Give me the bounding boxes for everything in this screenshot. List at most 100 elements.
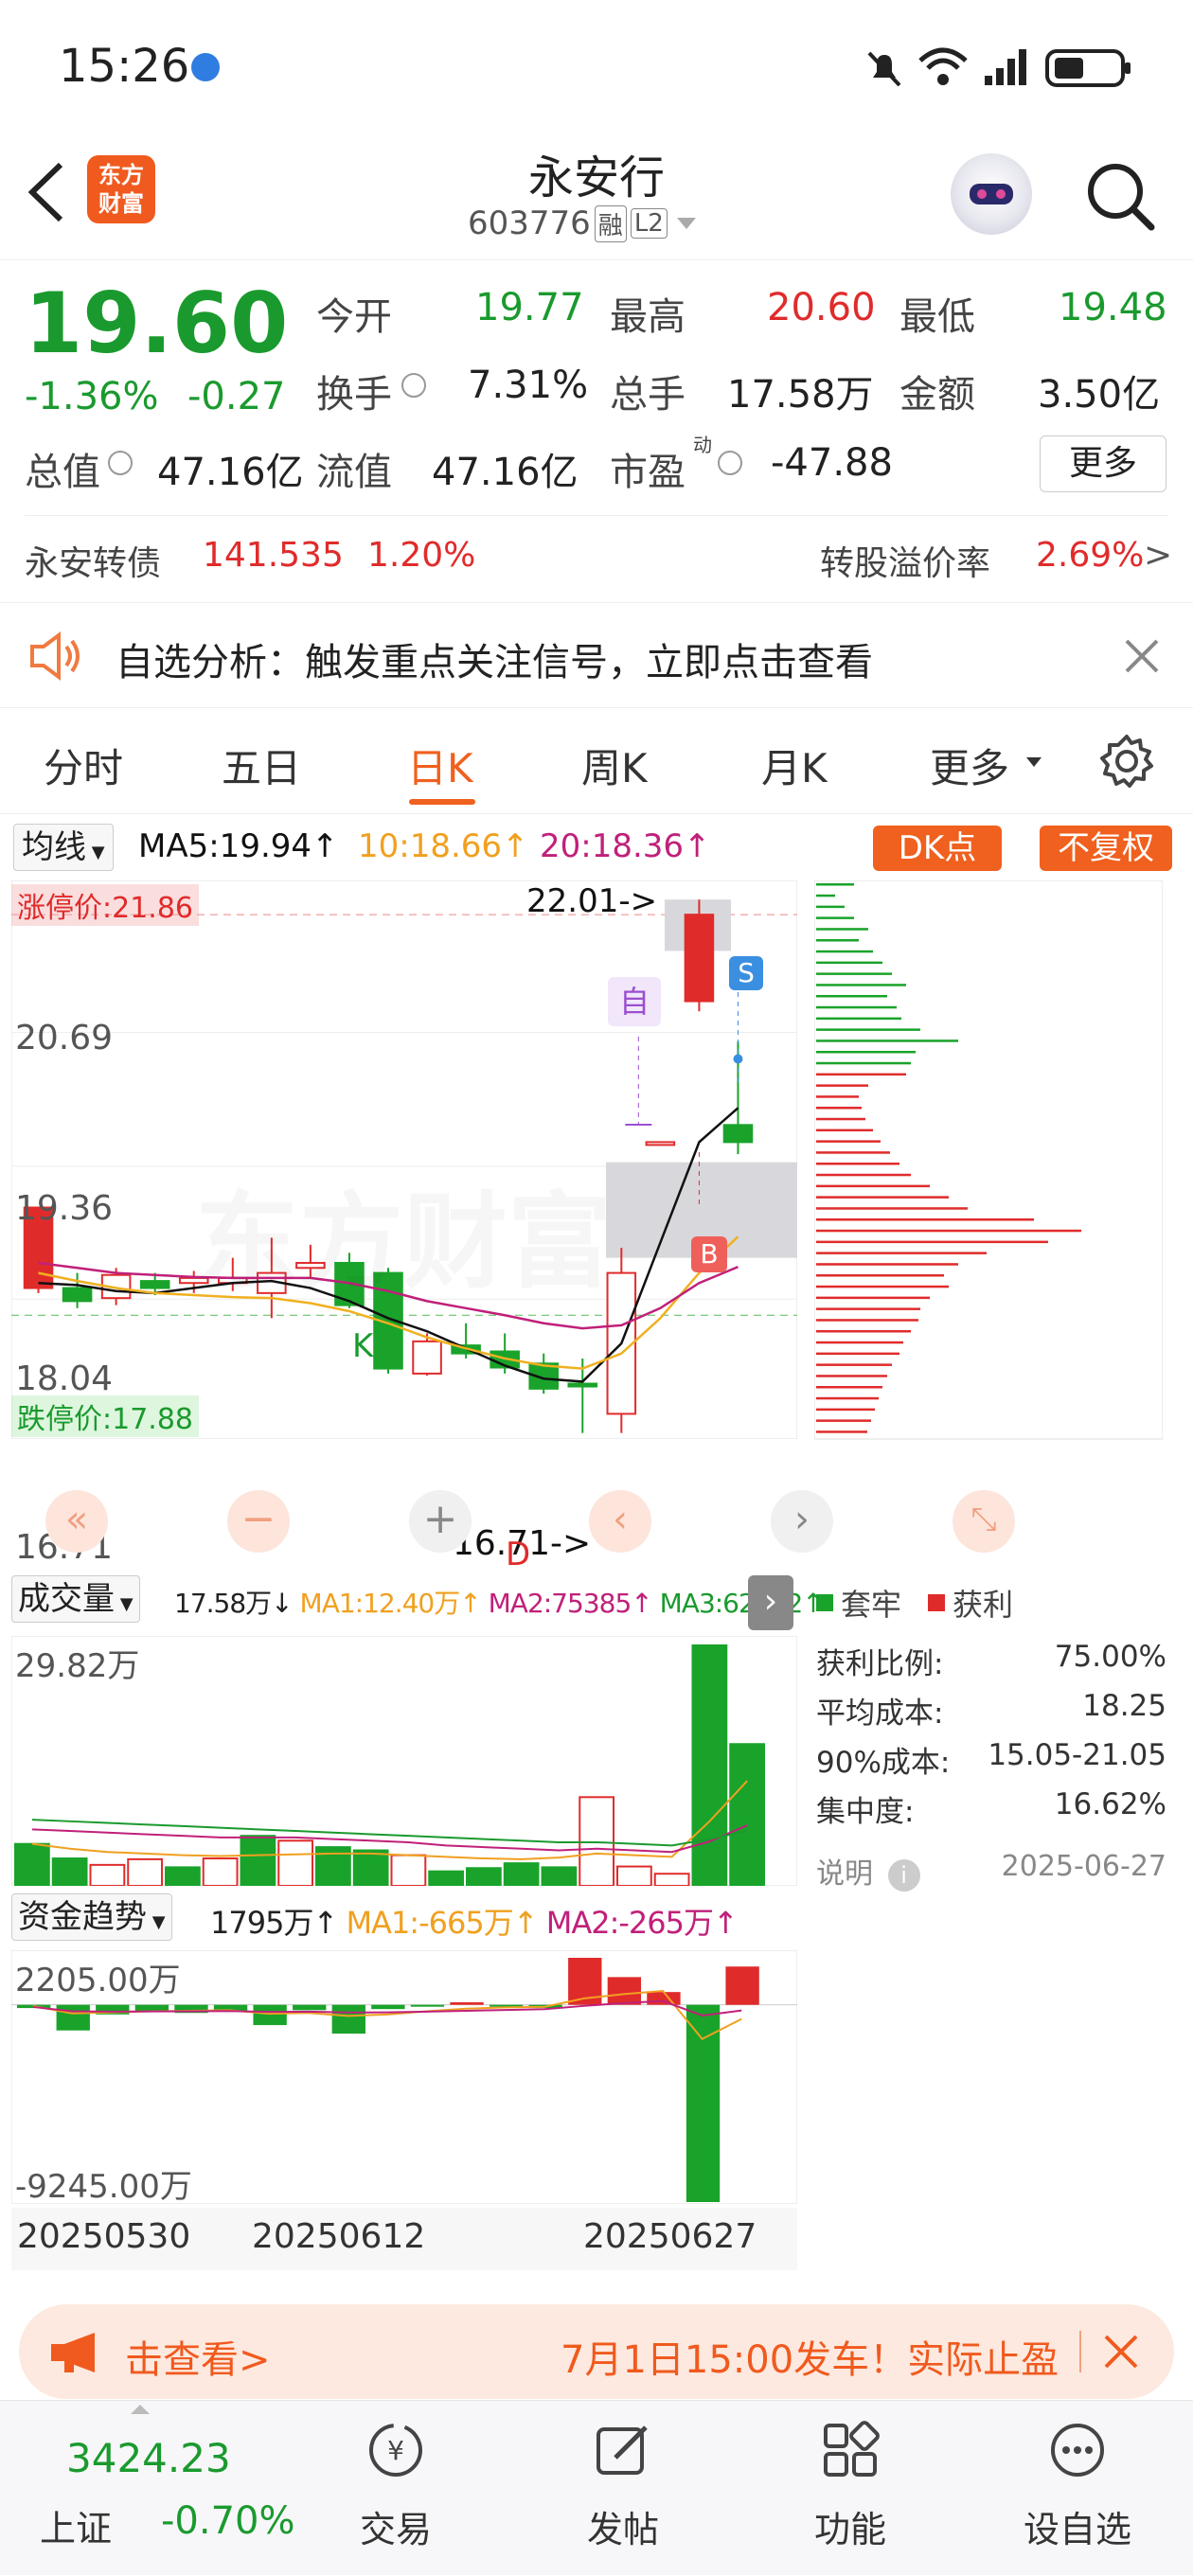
float-value: 47.16亿	[432, 451, 579, 494]
search-icon[interactable]	[1083, 159, 1159, 235]
fuquan-button[interactable]: 不复权	[1040, 826, 1172, 871]
tab-more-dropdown-icon[interactable]	[1026, 757, 1042, 767]
divider	[25, 515, 1168, 516]
amount-value: 3.50亿	[1038, 373, 1161, 417]
chip-bar	[816, 1229, 1081, 1233]
y-label-2: 19.36	[15, 1189, 114, 1228]
high-value: 20.60	[767, 286, 876, 329]
zoom-out-button[interactable]: −	[227, 1490, 290, 1553]
chip-bar	[816, 995, 887, 998]
sell-marker-text: S	[738, 957, 755, 988]
premium-label[interactable]: 转股溢价率	[820, 536, 990, 585]
gear-icon[interactable]	[1098, 733, 1155, 790]
buy-marker[interactable]: B	[691, 1236, 727, 1272]
chip-bar	[816, 1352, 899, 1356]
profit-swatch	[928, 1594, 946, 1611]
volume-ma1: MA1:12.40万↑	[299, 1588, 482, 1619]
tab-yuek[interactable]: 月K	[761, 737, 828, 794]
info-icon[interactable]	[718, 451, 742, 475]
up-caret-icon	[131, 2405, 150, 2414]
more-button[interactable]: 更多	[1040, 435, 1166, 492]
index-change: -0.70%	[161, 2499, 295, 2543]
chip-bar	[816, 1061, 911, 1065]
volume-label: 总手	[610, 373, 686, 417]
info-icon[interactable]	[108, 451, 133, 475]
fuquan-button-label: 不复权	[1058, 829, 1154, 867]
edit-icon	[596, 2425, 648, 2475]
close-icon[interactable]	[1102, 2333, 1140, 2371]
k-marker: K	[352, 1327, 374, 1365]
volume-bar	[89, 1863, 126, 1886]
close-icon[interactable]	[1123, 637, 1161, 675]
volume-bar	[277, 1839, 314, 1886]
expand-button[interactable]: ⤡	[953, 1490, 1015, 1553]
volume-readouts: 17.58万↓ MA1:12.40万↑ MA2:75385↑ MA3:62952…	[174, 1583, 825, 1621]
tab-more[interactable]: 更多	[930, 737, 1009, 794]
chip-distribution-chart[interactable]	[814, 880, 1163, 1441]
notice-bar[interactable]: 自选分析：触发重点关注信号，立即点击查看	[0, 602, 1193, 708]
zoom-in-button[interactable]: +	[409, 1490, 472, 1553]
scroll-left-button[interactable]: «	[45, 1490, 108, 1553]
volume-next-button[interactable]: ›	[748, 1575, 793, 1630]
info-icon[interactable]	[401, 373, 426, 398]
chip-stat-row: 获利比例: 75.00%	[816, 1640, 1166, 1682]
chip-bar	[816, 972, 892, 975]
zi-marker[interactable]: 自	[608, 977, 661, 1026]
fund-selector[interactable]: 资金趋势 ▼	[11, 1893, 172, 1941]
fund-bar	[253, 2004, 287, 2026]
banner-divider	[1079, 2331, 1081, 2372]
turnover-value: 7.31%	[468, 364, 589, 407]
premium-arrow-icon[interactable]: >	[1144, 536, 1172, 575]
fund-bar	[450, 2001, 484, 2005]
chip-bar	[816, 1117, 865, 1121]
profit-label: 获利	[953, 1587, 1014, 1623]
step-left-button[interactable]: ‹	[589, 1490, 651, 1553]
fund-bar	[56, 2004, 90, 2031]
ma10-readout: 10:18.66↑	[358, 827, 529, 865]
dk-button[interactable]: DK点	[873, 826, 1002, 871]
ma20-readout: 20:18.36↑	[540, 827, 711, 865]
ma-selector[interactable]: 均线 ▼	[13, 824, 114, 871]
tab-fenshi[interactable]: 分时	[44, 737, 123, 794]
tab-wuri[interactable]: 五日	[222, 737, 301, 794]
index-value: 3424.23	[66, 2435, 231, 2481]
chip-bar	[816, 1330, 911, 1333]
volume-selector[interactable]: 成交量 ▼	[11, 1575, 140, 1623]
battery-icon	[1045, 49, 1131, 87]
tab-rik[interactable]: 日K	[407, 737, 473, 794]
banner-right-text: 7月1日15:00发车！实际止盈	[561, 2338, 1059, 2382]
index-widget[interactable]: 3424.23 上证 -0.70%	[0, 2401, 303, 2576]
chip-bar	[816, 1307, 920, 1310]
nav-trade-label: 交易	[359, 2509, 432, 2550]
y-label-1: 20.69	[15, 1019, 114, 1057]
volume-bar	[390, 1854, 427, 1886]
date-label-2: 20250612	[252, 2217, 426, 2256]
chip-bar	[816, 1128, 873, 1132]
robot-avatar-icon[interactable]	[951, 153, 1032, 235]
chip-bar	[816, 1419, 871, 1422]
volume-value: 17.58万	[727, 373, 874, 417]
chip-note-label[interactable]: 说明	[816, 1857, 873, 1891]
tab-zhouk[interactable]: 周K	[581, 737, 648, 794]
step-right-button[interactable]: ›	[771, 1490, 833, 1553]
nav-function[interactable]: 功能	[765, 2401, 935, 2576]
d-marker: D	[506, 1536, 531, 1573]
more-dots-icon	[1051, 2424, 1104, 2477]
dropdown-icon[interactable]	[676, 218, 696, 229]
chip-bar	[816, 883, 854, 886]
volume-ma2	[31, 1824, 748, 1854]
sell-marker[interactable]: S	[729, 956, 763, 990]
chip-bar	[816, 1252, 987, 1254]
premium-value: 2.69%	[1036, 536, 1145, 575]
info-icon[interactable]: i	[887, 1859, 920, 1892]
bond-name[interactable]: 永安转债	[25, 536, 161, 585]
chip-bar	[816, 1218, 1034, 1221]
nav-watchlist[interactable]: 设自选	[992, 2401, 1163, 2576]
open-label: 今开	[316, 295, 392, 339]
promo-banner[interactable]: 击查看> 7月1日15:00发车！实际止盈	[19, 2304, 1174, 2399]
nav-post[interactable]: 发帖	[538, 2401, 708, 2576]
globe-icon	[191, 53, 220, 81]
nav-trade[interactable]: ¥ 交易	[311, 2401, 481, 2576]
chip-bar	[816, 1151, 890, 1154]
pe-sup: 动	[693, 434, 712, 456]
